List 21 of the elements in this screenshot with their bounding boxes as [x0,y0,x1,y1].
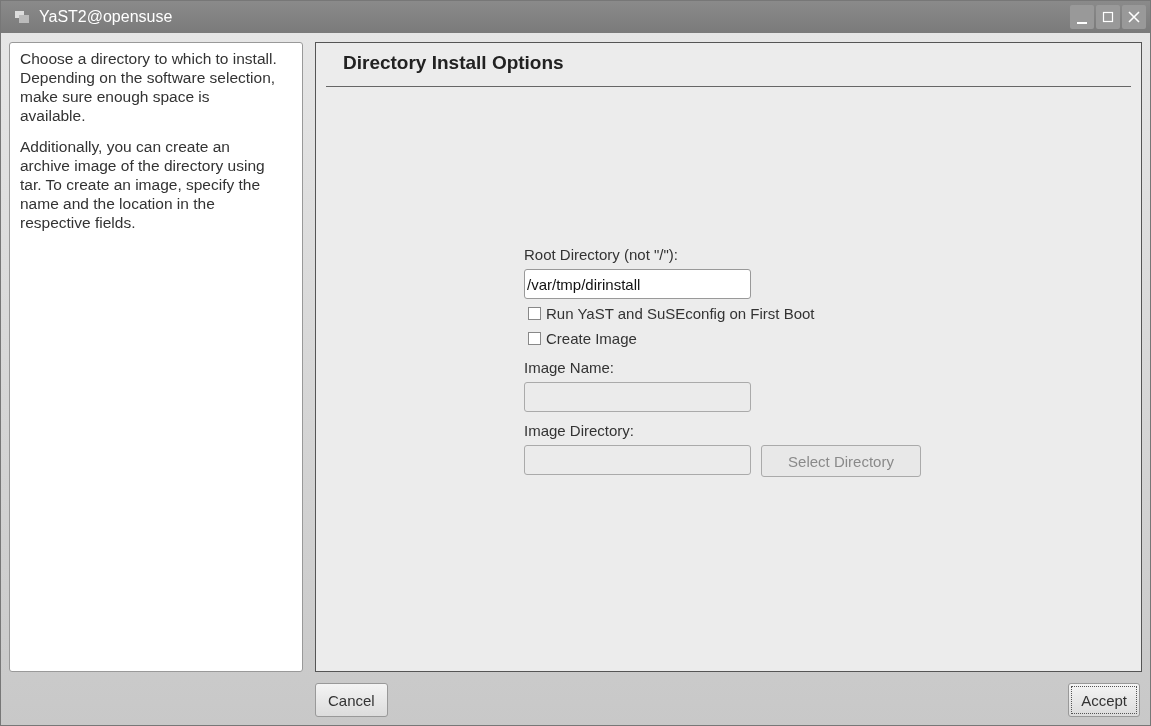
accept-button[interactable]: Accept [1068,683,1140,717]
checkbox[interactable] [528,307,541,320]
field-label: Image Name: [524,359,615,376]
maximize-icon [1102,11,1114,23]
app-icon [15,11,29,23]
panel-title: Directory Install Options [343,52,565,74]
checkbox[interactable] [528,332,541,345]
checkbox-option[interactable]: Run YaST and SuSEconfig on First Boot [528,305,815,322]
input-field[interactable]: /var/tmp/dirinstall [524,269,751,299]
close-button[interactable] [1122,5,1146,29]
maximize-button[interactable] [1096,5,1120,29]
minimize-icon [1077,22,1087,24]
help-text: Choose a directory to which to install. Depending on the software selection, make sure enough space is available. [20,49,278,125]
help-text: Additionally, you can create an archive image of the directory using tar. To create an image, specify the name and the location in the respective fields. [20,137,266,232]
field-label: Image Directory: [524,422,635,439]
field-label: Root Directory (not "/"): [524,246,679,263]
cancel-button[interactable]: Cancel [315,683,388,717]
window-title: YaST2@opensuse [39,8,173,26]
close-icon [1128,11,1140,23]
checkbox-option[interactable]: Create Image [528,330,637,347]
minimize-button[interactable] [1070,5,1094,29]
